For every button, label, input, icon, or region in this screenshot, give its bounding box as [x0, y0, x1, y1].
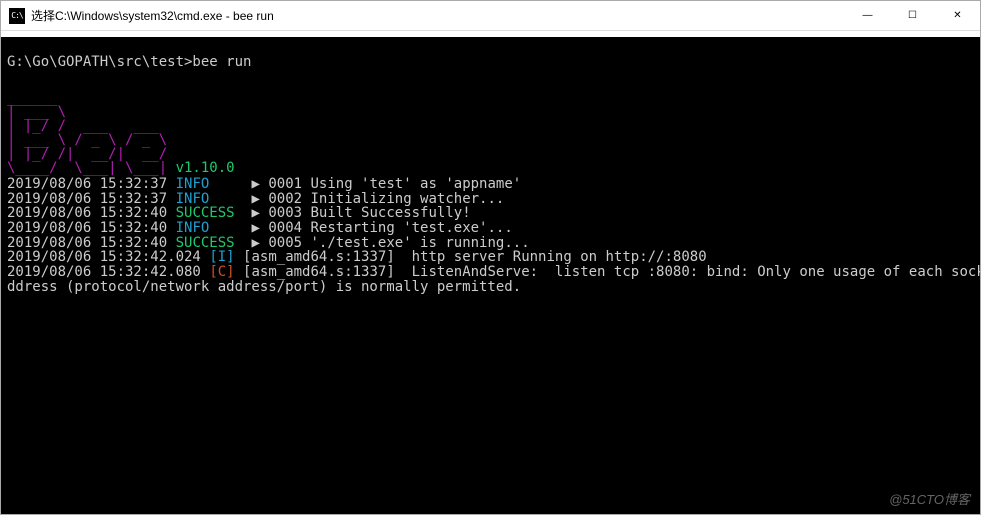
- log-message: 0005 './test.exe' is running...: [268, 235, 529, 251]
- titlebar[interactable]: C:\ 选择C:\Windows\system32\cmd.exe - bee …: [1, 1, 980, 31]
- window-controls: — ☐ ✕: [845, 1, 980, 30]
- log-timestamp: 2019/08/06 15:32:37: [7, 191, 167, 207]
- log-level-success: SUCCESS: [176, 205, 235, 221]
- minimize-button[interactable]: —: [845, 1, 890, 30]
- log-tag-c: [C]: [209, 264, 234, 280]
- arrow-icon: ▶: [251, 235, 259, 251]
- close-button[interactable]: ✕: [935, 1, 980, 30]
- arrow-icon: ▶: [251, 176, 259, 192]
- log-tag-i: [I]: [209, 249, 234, 265]
- log-level-info: INFO: [176, 191, 210, 207]
- log-message: 0001 Using 'test' as 'appname': [268, 176, 521, 192]
- cmd-icon: C:\: [9, 8, 25, 24]
- window-frame: C:\ 选择C:\Windows\system32\cmd.exe - bee …: [0, 0, 981, 515]
- arrow-icon: ▶: [251, 220, 259, 236]
- log-message-wrap: ddress (protocol/network address/port) i…: [7, 279, 521, 295]
- bee-version: v1.10.0: [176, 160, 235, 176]
- log-message: 0002 Initializing watcher...: [268, 191, 504, 207]
- log-message: [asm_amd64.s:1337] http server Running o…: [243, 249, 707, 265]
- log-message: 0003 Built Successfully!: [268, 205, 470, 221]
- log-timestamp: 2019/08/06 15:32:40: [7, 220, 167, 236]
- window-title: 选择C:\Windows\system32\cmd.exe - bee run: [31, 7, 845, 24]
- log-message: [asm_amd64.s:1337] ListenAndServe: liste…: [243, 264, 980, 280]
- log-timestamp: 2019/08/06 15:32:42.024: [7, 249, 201, 265]
- log-timestamp: 2019/08/06 15:32:42.080: [7, 264, 201, 280]
- log-group: 2019/08/06 15:32:37 INFO ▶ 0001 Using 't…: [7, 177, 974, 295]
- maximize-button[interactable]: ☐: [890, 1, 935, 30]
- log-timestamp: 2019/08/06 15:32:37: [7, 176, 167, 192]
- log-timestamp: 2019/08/06 15:32:40: [7, 235, 167, 251]
- log-level-success: SUCCESS: [176, 235, 235, 251]
- log-level-info: INFO: [176, 176, 210, 192]
- log-message: 0004 Restarting 'test.exe'...: [268, 220, 512, 236]
- log-level-info: INFO: [176, 220, 210, 236]
- terminal-output[interactable]: G:\Go\GOPATH\src\test>bee run ______ | _…: [1, 31, 980, 514]
- arrow-icon: ▶: [251, 205, 259, 221]
- arrow-icon: ▶: [251, 191, 259, 207]
- log-timestamp: 2019/08/06 15:32:40: [7, 205, 167, 221]
- bee-ascii-logo: \____/ \___| \___|: [7, 160, 176, 176]
- prompt-line: G:\Go\GOPATH\src\test>bee run: [7, 55, 974, 69]
